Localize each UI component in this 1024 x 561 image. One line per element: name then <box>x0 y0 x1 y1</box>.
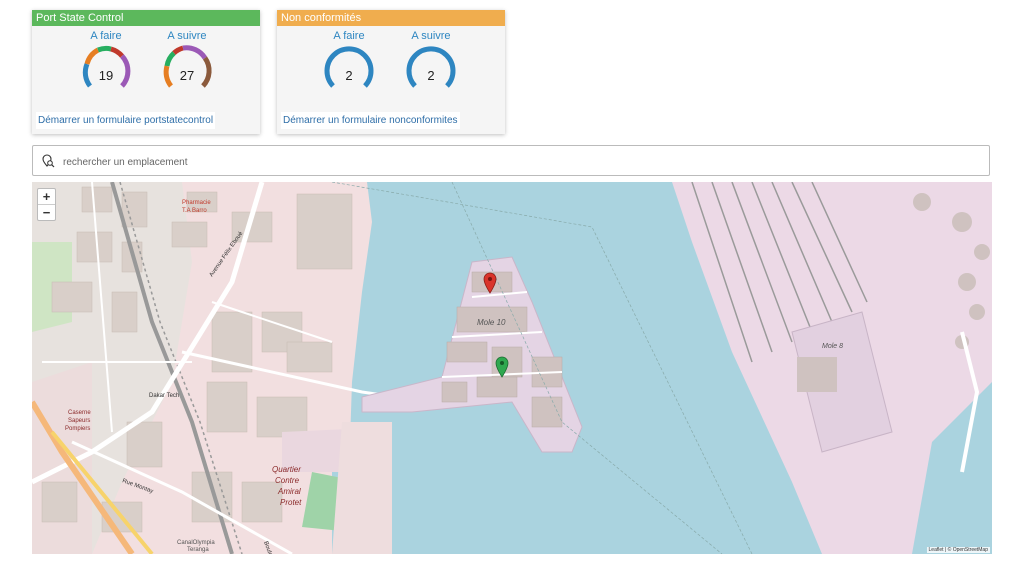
label-contre: Contre <box>275 476 300 485</box>
gauge-ring <box>406 46 456 88</box>
port-state-control-card: Port State Control A faire 19 A suivre 2… <box>32 10 260 134</box>
gauge-value: 27 <box>179 68 195 83</box>
label-sapeurs: Sapeurs <box>68 418 90 424</box>
label-caserne: Caserne <box>68 410 91 416</box>
gauge-label: A suivre <box>411 30 451 42</box>
label-mole-10: Mole 10 <box>477 318 506 327</box>
gauge-ring <box>324 46 374 88</box>
gauge-value: 2 <box>345 68 353 83</box>
gauge-ring <box>82 46 131 88</box>
map-view[interactable]: Mole 10 Mole 8 Quartier Contre Amiral Pr… <box>32 182 992 554</box>
label-pharmacie: Pharmacie <box>182 200 211 206</box>
start-portstatecontrol-link[interactable]: Démarrer un formulaire portstatecontrol <box>36 112 216 129</box>
label-protet: Protet <box>280 498 302 507</box>
map-attribution[interactable]: Leaflet | © OpenStreetMap <box>926 547 990 553</box>
gauge-a-suivre[interactable]: A suivre 2 <box>401 30 461 92</box>
search-input[interactable] <box>61 152 965 172</box>
card-title: Port State Control <box>32 10 260 26</box>
gauge-a-suivre[interactable]: A suivre 27 <box>157 30 217 92</box>
label-pompiers: Pompiers <box>65 426 90 432</box>
gauge-value: 2 <box>427 68 435 83</box>
gauge-a-faire[interactable]: A faire 2 <box>319 30 379 92</box>
zoom-in-button[interactable]: + <box>38 189 55 204</box>
location-search-icon <box>42 154 55 168</box>
card-title: Non conformités <box>277 10 505 26</box>
label-teranga: Teranga <box>187 547 209 553</box>
zoom-control: + − <box>37 188 56 221</box>
green-location-marker-icon[interactable] <box>495 356 509 378</box>
gauge-a-faire[interactable]: A faire 19 <box>76 30 136 92</box>
gauge-label: A faire <box>90 30 122 42</box>
label-dakar-tech: Dakar Tech <box>149 393 179 399</box>
zoom-out-button[interactable]: − <box>38 204 55 220</box>
start-nonconformites-link[interactable]: Démarrer un formulaire nonconformites <box>281 112 460 129</box>
label-canal: CanalOlympia <box>177 540 215 546</box>
gauge-label: A suivre <box>167 30 207 42</box>
location-search-box <box>32 145 990 176</box>
non-conformites-card: Non conformités A faire 2 A suivre 2 Dém… <box>277 10 505 134</box>
gauge-ring <box>163 45 212 88</box>
label-mole-8: Mole 8 <box>822 343 843 350</box>
label-quartier: Quartier <box>272 465 301 474</box>
label-amiral: Amiral <box>277 487 301 496</box>
map-tiles: Mole 10 Mole 8 Quartier Contre Amiral Pr… <box>32 182 992 554</box>
label-pharmacie-name: T.A Barro <box>182 208 207 214</box>
red-location-marker-icon[interactable] <box>483 272 497 294</box>
gauge-value: 19 <box>98 68 114 83</box>
gauge-label: A faire <box>333 30 365 42</box>
